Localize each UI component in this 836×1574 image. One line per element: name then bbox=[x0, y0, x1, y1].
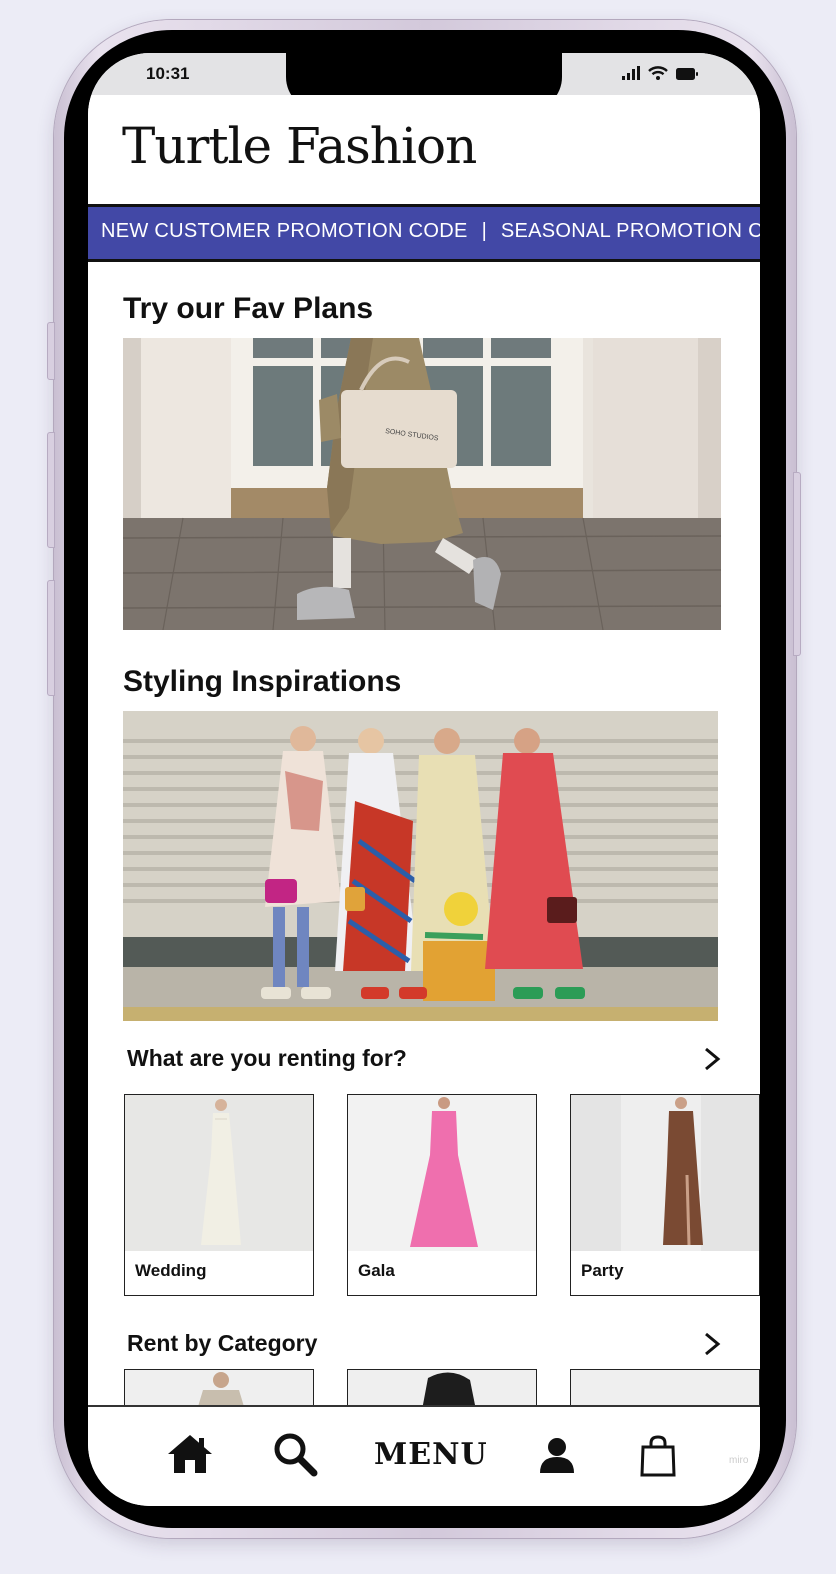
search-icon[interactable] bbox=[272, 1431, 318, 1477]
rent-by-category-chevron-right-icon[interactable] bbox=[702, 1332, 722, 1356]
promo-banner[interactable]: NEW CUSTOMER PROMOTION CODE | SEASONAL P… bbox=[88, 204, 760, 262]
promo-track: NEW CUSTOMER PROMOTION CODE | SEASONAL P… bbox=[101, 220, 760, 243]
occasion-card-gala[interactable]: Gala bbox=[347, 1094, 537, 1296]
status-icons bbox=[622, 66, 698, 80]
styling-inspirations-banner-image[interactable] bbox=[123, 711, 718, 1021]
walking-person-photo: SOHO STUDIOS bbox=[123, 338, 721, 630]
section-title-styling-inspirations: Styling Inspirations bbox=[123, 665, 402, 698]
shopping-bag-icon[interactable] bbox=[639, 1435, 677, 1477]
signal-icon bbox=[622, 66, 640, 80]
home-icon[interactable] bbox=[166, 1433, 214, 1475]
party-dress-image bbox=[571, 1095, 759, 1251]
wedding-dress-image bbox=[125, 1095, 313, 1251]
user-icon[interactable] bbox=[538, 1437, 576, 1473]
bottom-navigation: MENU miro bbox=[88, 1405, 760, 1506]
promo-separator: | bbox=[481, 220, 487, 242]
section-title-fav-plans: Try our Fav Plans bbox=[123, 292, 374, 325]
header: Turtle Fashion bbox=[88, 95, 760, 201]
renting-for-title[interactable]: What are you renting for? bbox=[127, 1045, 407, 1072]
occasion-card-label: Wedding bbox=[135, 1261, 207, 1280]
brand-logo[interactable]: Turtle Fashion bbox=[122, 117, 477, 175]
phone-volume-down-button bbox=[47, 580, 55, 696]
category-card[interactable] bbox=[347, 1369, 537, 1409]
menu-button[interactable]: MENU bbox=[374, 1437, 488, 1472]
occasion-card-label: Party bbox=[581, 1261, 624, 1280]
category-image bbox=[422, 1372, 476, 1409]
category-image bbox=[197, 1372, 245, 1409]
group-photo bbox=[123, 711, 718, 1021]
gala-dress-image bbox=[348, 1095, 536, 1251]
rent-by-category-title[interactable]: Rent by Category bbox=[127, 1330, 317, 1357]
battery-icon bbox=[676, 68, 698, 80]
category-card[interactable] bbox=[124, 1369, 314, 1409]
phone-silent-switch bbox=[47, 322, 55, 380]
phone-volume-up-button bbox=[47, 432, 55, 548]
fav-plans-banner-image[interactable]: SOHO STUDIOS bbox=[123, 338, 721, 630]
phone-power-button bbox=[793, 472, 801, 656]
phone-screen: 10:31 Turtle Fashion NEW CUSTOMER PROMOT… bbox=[88, 53, 760, 1506]
occasion-card-label: Gala bbox=[358, 1261, 395, 1280]
promo-item-seasonal[interactable]: SEASONAL PROMOTION CODE bbox=[501, 220, 760, 243]
renting-for-chevron-right-icon[interactable] bbox=[702, 1047, 722, 1071]
watermark: miro bbox=[729, 1455, 749, 1466]
category-card[interactable] bbox=[570, 1369, 760, 1409]
occasion-card-party[interactable]: Party bbox=[570, 1094, 760, 1296]
occasion-card-wedding[interactable]: Wedding bbox=[124, 1094, 314, 1296]
status-time: 10:31 bbox=[146, 64, 190, 83]
promo-item-new-customer[interactable]: NEW CUSTOMER PROMOTION CODE bbox=[101, 220, 468, 243]
wifi-icon bbox=[648, 66, 668, 80]
